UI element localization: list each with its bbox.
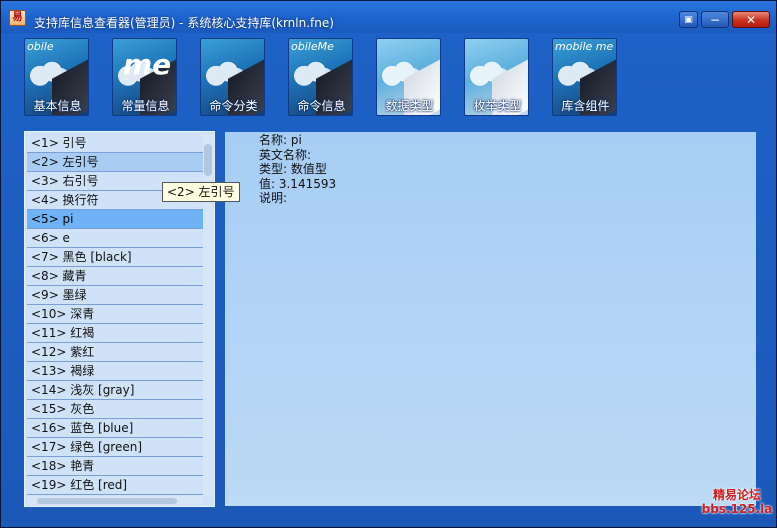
forum-watermark: 精易论坛 bbs.125.la <box>701 488 773 516</box>
watermark-line-2: bbs.125.la <box>701 502 773 516</box>
tool-label: 命令信息 <box>297 99 346 113</box>
constant-detail-panel: 名称: pi 英文名称: 类型: 数值型 值: 3.141593 说明: <box>225 132 756 506</box>
basic-info-button[interactable]: obile 基本信息 <box>24 38 89 116</box>
list-item-tooltip: <2> 左引号 <box>162 182 240 202</box>
menu-button[interactable]: ▣ <box>679 11 698 28</box>
detail-line: 类型: 数值型 <box>259 162 327 176</box>
list-item[interactable]: <14> 浅灰 [gray] <box>27 381 203 400</box>
tool-label: 数据类型 <box>385 99 434 113</box>
tool-label: 枚举类型 <box>473 99 522 113</box>
library-components-button[interactable]: mobile me 库含组件 <box>552 38 617 116</box>
list-item[interactable]: <15> 灰色 <box>27 400 203 419</box>
tool-brand-text: obile <box>27 40 54 53</box>
detail-line: 英文名称: <box>259 147 312 162</box>
window-title: 支持库信息查看器(管理员) - 系统核心支持库(krnln.fne) <box>34 16 334 30</box>
list-item[interactable]: <17> 绿色 [green] <box>27 438 203 457</box>
minimize-button[interactable]: − <box>701 11 729 28</box>
main-window: 易 支持库信息查看器(管理员) - 系统核心支持库(krnln.fne) ▣ −… <box>0 0 777 528</box>
minimize-icon: − <box>709 13 721 27</box>
detail-line: 值: 3.141593 <box>259 176 337 191</box>
list-item[interactable]: <6> e <box>27 229 203 248</box>
vertical-scroll-thumb[interactable] <box>204 144 212 176</box>
list-item[interactable]: <19> 红色 [red] <box>27 476 203 495</box>
app-icon: 易 <box>9 10 26 26</box>
tool-brand-text: me <box>123 48 172 81</box>
detail-text: 名称: pi 英文名称: 类型: 数值型 值: 3.141593 说明: <box>259 133 336 206</box>
constant-info-button[interactable]: me 常量信息 <box>112 38 177 116</box>
list-item[interactable]: <5> pi <box>27 210 203 229</box>
detail-line: 名称: pi <box>259 133 302 147</box>
tool-label: 库含组件 <box>561 99 610 113</box>
close-button[interactable]: ✕ <box>732 11 770 28</box>
data-type-button[interactable]: 数据类型 <box>376 38 441 116</box>
list-item[interactable]: <8> 藏青 <box>27 267 203 286</box>
enum-type-button[interactable]: 枚举类型 <box>464 38 529 116</box>
command-category-button[interactable]: 命令分类 <box>200 38 265 116</box>
tool-label: 命令分类 <box>209 99 258 113</box>
list-item[interactable]: <12> 紫红 <box>27 343 203 362</box>
command-info-button[interactable]: obileMe 命令信息 <box>288 38 353 116</box>
close-icon: ✕ <box>745 13 757 27</box>
list-item[interactable]: <16> 蓝色 [blue] <box>27 419 203 438</box>
list-item[interactable]: <11> 红褐 <box>27 324 203 343</box>
tool-brand-text: mobile me <box>555 40 614 53</box>
list-item[interactable]: <9> 墨绿 <box>27 286 203 305</box>
menu-icon: ▣ <box>684 15 693 25</box>
toolbar: obile 基本信息 me 常量信息 命令分类 obileMe 命令信息 数据类… <box>1 37 776 119</box>
list-item[interactable]: <13> 褐绿 <box>27 362 203 381</box>
list-horizontal-scrollbar[interactable] <box>27 496 203 505</box>
list-item[interactable]: <18> 艳青 <box>27 457 203 476</box>
list-item[interactable]: <7> 黑色 [black] <box>27 248 203 267</box>
tool-brand-text: obileMe <box>291 40 334 53</box>
horizontal-scroll-thumb[interactable] <box>37 498 177 504</box>
tool-label: 基本信息 <box>33 99 82 113</box>
detail-line: 说明: <box>259 191 288 205</box>
tool-label: 常量信息 <box>121 99 170 113</box>
watermark-line-1: 精易论坛 <box>712 488 761 502</box>
list-item[interactable]: <2> 左引号 <box>27 153 203 172</box>
title-bar[interactable]: 易 支持库信息查看器(管理员) - 系统核心支持库(krnln.fne) ▣ −… <box>1 1 776 33</box>
list-item[interactable]: <10> 深青 <box>27 305 203 324</box>
list-item[interactable]: <1> 引号 <box>27 134 203 153</box>
